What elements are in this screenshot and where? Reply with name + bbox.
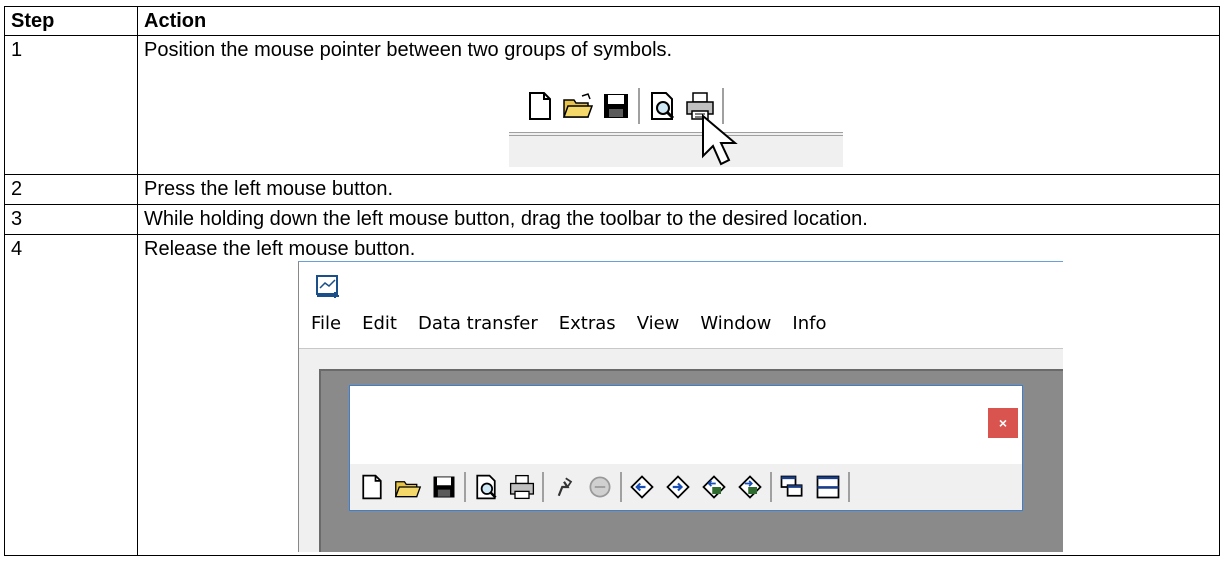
save-icon xyxy=(597,87,635,125)
table-header-row: Step Action xyxy=(4,6,1220,36)
table-row: 4 Release the left mouse button. File Ed… xyxy=(4,234,1220,556)
download-icon[interactable] xyxy=(660,470,696,504)
print-icon[interactable] xyxy=(504,470,540,504)
print-preview-icon[interactable] xyxy=(468,470,504,504)
new-file-icon xyxy=(521,87,559,125)
menu-extras[interactable]: Extras xyxy=(559,310,616,338)
toolbar-separator xyxy=(620,472,622,502)
toolbar-separator xyxy=(848,472,850,502)
menu-window[interactable]: Window xyxy=(700,310,771,338)
cascade-icon[interactable] xyxy=(774,470,810,504)
menu-edit[interactable]: Edit xyxy=(362,310,397,338)
toolbar-figure xyxy=(509,82,843,167)
app-icon xyxy=(315,274,341,300)
step-action-cell: Release the left mouse button. File Edit… xyxy=(137,234,1220,556)
step-number: 4 xyxy=(4,234,138,556)
tile-icon[interactable] xyxy=(810,470,846,504)
step-number: 1 xyxy=(4,35,138,175)
menu-info[interactable]: Info xyxy=(792,310,826,338)
toolbar-separator xyxy=(464,472,466,502)
toolbar-separator xyxy=(542,472,544,502)
workspace-area: × xyxy=(299,348,1063,552)
application-window-figure: File Edit Data transfer Extras View Wind… xyxy=(298,261,1063,552)
menu-file[interactable]: File xyxy=(311,310,341,338)
toolbar-icons xyxy=(521,86,727,126)
download-all-icon[interactable] xyxy=(732,470,768,504)
step-number: 3 xyxy=(4,204,138,235)
toolbar-dock-strip xyxy=(509,132,843,167)
column-header-step: Step xyxy=(4,6,138,36)
column-header-action: Action xyxy=(137,6,1220,36)
open-folder-icon xyxy=(559,87,597,125)
step-action-text: Release the left mouse button. xyxy=(144,238,416,260)
menu-view[interactable]: View xyxy=(637,310,680,338)
floating-toolbar-titlebar[interactable] xyxy=(350,386,1022,464)
new-file-icon[interactable] xyxy=(354,470,390,504)
upload-icon[interactable] xyxy=(624,470,660,504)
save-icon[interactable] xyxy=(426,470,462,504)
toolbar-separator xyxy=(638,88,640,124)
step-action-text: Position the mouse pointer between two g… xyxy=(144,39,673,61)
connect-icon[interactable] xyxy=(546,470,582,504)
toolbar-separator xyxy=(770,472,772,502)
open-folder-icon[interactable] xyxy=(390,470,426,504)
disconnect-icon[interactable] xyxy=(582,470,618,504)
upload-all-icon[interactable] xyxy=(696,470,732,504)
menu-bar: File Edit Data transfer Extras View Wind… xyxy=(311,310,847,338)
step-number: 2 xyxy=(4,174,138,205)
step-action-cell: Position the mouse pointer between two g… xyxy=(137,35,1220,175)
print-preview-icon xyxy=(643,87,681,125)
step-action-text: While holding down the left mouse button… xyxy=(137,204,1220,235)
step-action-text: Press the left mouse button. xyxy=(137,174,1220,205)
mouse-pointer-icon xyxy=(699,112,739,172)
table-row: 1 Position the mouse pointer between two… xyxy=(4,35,1220,175)
table-row: 2 Press the left mouse button. xyxy=(4,174,1220,205)
menu-data-transfer[interactable]: Data transfer xyxy=(418,310,538,338)
floating-toolbar-icons xyxy=(354,470,852,504)
mdi-client-area: × xyxy=(319,369,1063,552)
floating-toolbar-window[interactable]: × xyxy=(349,385,1023,511)
steps-table: Step Action 1 Position the mouse pointer… xyxy=(4,6,1220,556)
close-button[interactable]: × xyxy=(988,408,1018,438)
table-row: 3 While holding down the left mouse butt… xyxy=(4,204,1220,235)
